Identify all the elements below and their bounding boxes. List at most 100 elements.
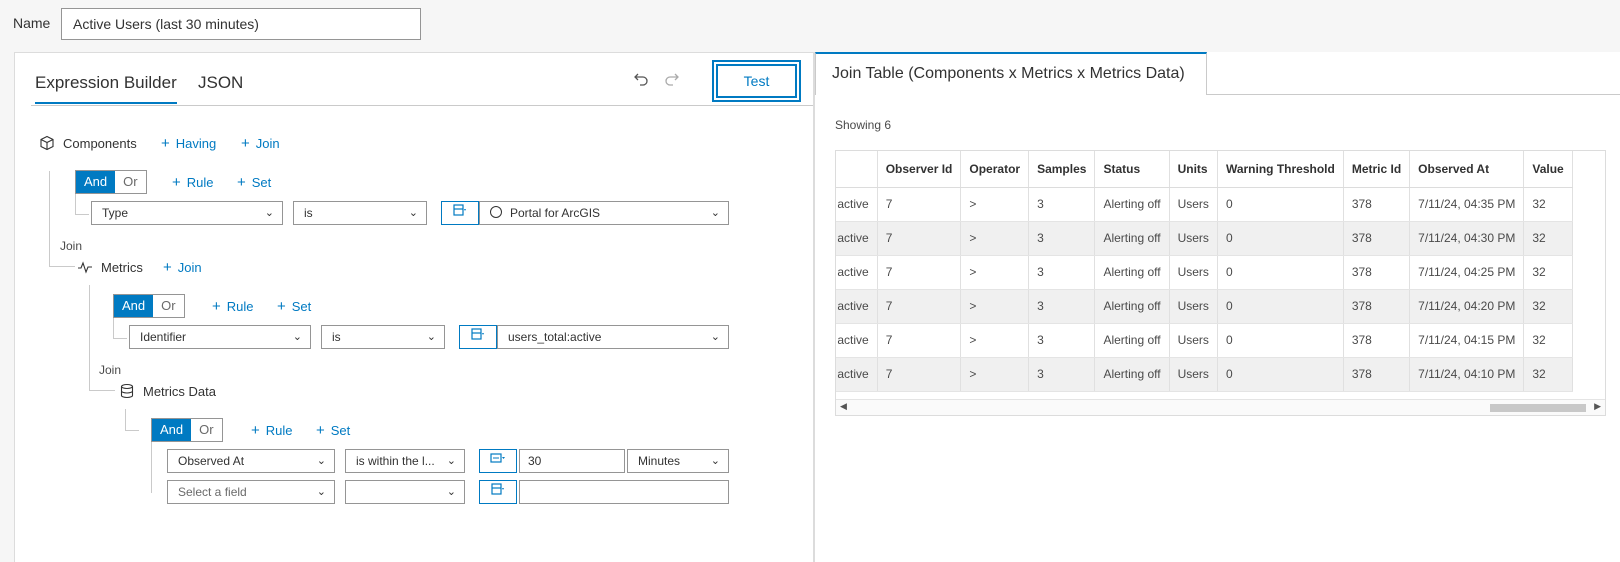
and-or-toggle[interactable]: And Or — [75, 170, 147, 194]
operator-select[interactable]: is ⌄ — [293, 201, 427, 225]
horizontal-scrollbar[interactable]: ◀ ▶ — [836, 399, 1605, 415]
field-select[interactable]: Identifier ⌄ — [129, 325, 311, 349]
operator-select[interactable]: is ⌄ — [321, 325, 445, 349]
column-header[interactable]: Units — [1169, 151, 1218, 188]
add-rule-button[interactable]: + Rule — [172, 174, 214, 191]
add-rule-button[interactable]: + Rule — [212, 298, 254, 315]
table-cell: Alerting off — [1094, 357, 1170, 392]
chevron-down-icon: ⌄ — [446, 455, 456, 467]
table-cell: 0 — [1217, 323, 1344, 358]
chevron-down-icon: ⌄ — [710, 331, 720, 343]
table-cell: Users — [1169, 289, 1218, 324]
value-input[interactable] — [519, 480, 729, 504]
table-cell: Alerting off — [1094, 323, 1170, 358]
tab-json[interactable]: JSON — [198, 73, 243, 102]
results-table: me Observer Id Operator Samples Status U… — [835, 150, 1606, 416]
chevron-down-icon: ⌄ — [264, 207, 274, 219]
table-cell: 32 — [1523, 357, 1573, 392]
add-set-button[interactable]: + Set — [237, 174, 271, 191]
column-header[interactable]: Metric Id — [1343, 151, 1411, 188]
or-option[interactable]: Or — [115, 171, 145, 193]
table-cell: ers - active — [836, 289, 878, 324]
column-header[interactable]: Samples — [1028, 151, 1096, 188]
redo-icon[interactable] — [663, 71, 681, 89]
chevron-down-icon: ⌄ — [408, 207, 418, 219]
add-having-button[interactable]: + Having — [161, 135, 216, 152]
scrollbar-thumb[interactable] — [1490, 404, 1586, 412]
table-row[interactable]: ers - active7>3Alerting offUsers03787/11… — [836, 255, 1573, 290]
or-option[interactable]: Or — [191, 419, 221, 441]
chevron-down-icon: ⌄ — [426, 331, 436, 343]
field-select[interactable]: Type ⌄ — [91, 201, 283, 225]
plus-icon: + — [212, 298, 221, 315]
column-header[interactable]: Observer Id — [877, 151, 962, 188]
tree-line — [75, 193, 76, 215]
table-cell: Users — [1169, 255, 1218, 290]
test-button[interactable]: Test — [712, 60, 801, 102]
table-cell: Alerting off — [1094, 255, 1170, 290]
column-header[interactable]: me — [836, 151, 878, 188]
value-input[interactable]: 30 — [519, 449, 625, 473]
column-header[interactable]: Observed At — [1409, 151, 1525, 188]
table-cell: 7/11/24, 04:25 PM — [1409, 255, 1525, 290]
column-header[interactable]: Warning Threshold — [1217, 151, 1344, 188]
tab-divider — [31, 105, 813, 106]
table-row[interactable]: ers - active7>3Alerting offUsers03787/11… — [836, 221, 1573, 256]
and-or-toggle[interactable]: And Or — [113, 294, 185, 318]
table-cell: ers - active — [836, 187, 878, 222]
tab-expression-builder[interactable]: Expression Builder — [35, 73, 177, 104]
value-select[interactable]: users_total:active ⌄ — [497, 325, 729, 349]
table-cell: 7 — [877, 187, 962, 222]
tab-join-table[interactable]: Join Table (Components x Metrics x Metri… — [815, 52, 1207, 95]
column-header[interactable]: Status — [1094, 151, 1170, 188]
add-join-button[interactable]: + Join — [163, 259, 202, 276]
column-header[interactable]: Operator — [960, 151, 1030, 188]
and-or-toggle[interactable]: And Or — [151, 418, 223, 442]
plus-icon: + — [161, 135, 170, 152]
plus-icon: + — [237, 174, 246, 191]
column-header[interactable]: Value — [1523, 151, 1573, 188]
expression-builder-panel: Expression Builder JSON Test Components … — [14, 52, 814, 562]
unit-select[interactable]: Minutes ⌄ — [627, 449, 729, 473]
and-option[interactable]: And — [76, 171, 116, 193]
undo-icon[interactable] — [632, 71, 650, 89]
and-option[interactable]: And — [114, 295, 154, 317]
operator-select[interactable]: is within the l... ⌄ — [345, 449, 465, 473]
operator-select[interactable]: ⌄ — [345, 480, 465, 504]
table-row[interactable]: ers - active7>3Alerting offUsers03787/11… — [836, 357, 1573, 392]
field-select[interactable]: Observed At ⌄ — [167, 449, 335, 473]
table-row[interactable]: ers - active7>3Alerting offUsers03787/11… — [836, 187, 1573, 222]
table-row[interactable]: ers - active7>3Alerting offUsers03787/11… — [836, 289, 1573, 324]
table-header-row: me Observer Id Operator Samples Status U… — [836, 151, 1573, 188]
join-table-panel: Join Table (Components x Metrics x Metri… — [814, 52, 1620, 562]
table-cell: > — [960, 221, 1030, 256]
portal-icon — [490, 206, 502, 218]
table-cell: 7/11/24, 04:20 PM — [1409, 289, 1525, 324]
table-cell: 32 — [1523, 289, 1573, 324]
add-set-button[interactable]: + Set — [316, 422, 350, 439]
chevron-down-icon: ⌄ — [446, 486, 456, 498]
add-rule-button[interactable]: + Rule — [251, 422, 293, 439]
scroll-left-icon[interactable]: ◀ — [840, 401, 847, 412]
and-option[interactable]: And — [152, 419, 192, 441]
table-row[interactable]: ers - active7>3Alerting offUsers03787/11… — [836, 323, 1573, 358]
metrics-data-node: Metrics Data — [119, 383, 216, 399]
value-mode-button[interactable] — [459, 325, 497, 349]
join-label: Join — [99, 363, 122, 377]
table-cell: 32 — [1523, 187, 1573, 222]
table-cell: > — [960, 357, 1030, 392]
value-mode-button[interactable] — [479, 449, 517, 473]
add-set-button[interactable]: + Set — [277, 298, 311, 315]
scroll-right-icon[interactable]: ▶ — [1594, 401, 1601, 412]
value-select[interactable]: Portal for ArcGIS ⌄ — [479, 201, 729, 225]
value-mode-button[interactable] — [441, 201, 479, 225]
name-label: Name — [13, 15, 51, 31]
or-option[interactable]: Or — [153, 295, 183, 317]
name-input[interactable]: Active Users (last 30 minutes) — [61, 8, 421, 40]
add-join-button[interactable]: + Join — [241, 135, 280, 152]
join-label: Join — [60, 239, 83, 253]
field-select[interactable]: Select a field ⌄ — [167, 480, 335, 504]
table-cell: Users — [1169, 221, 1218, 256]
value-mode-button[interactable] — [479, 480, 517, 504]
table-cell: Users — [1169, 357, 1218, 392]
